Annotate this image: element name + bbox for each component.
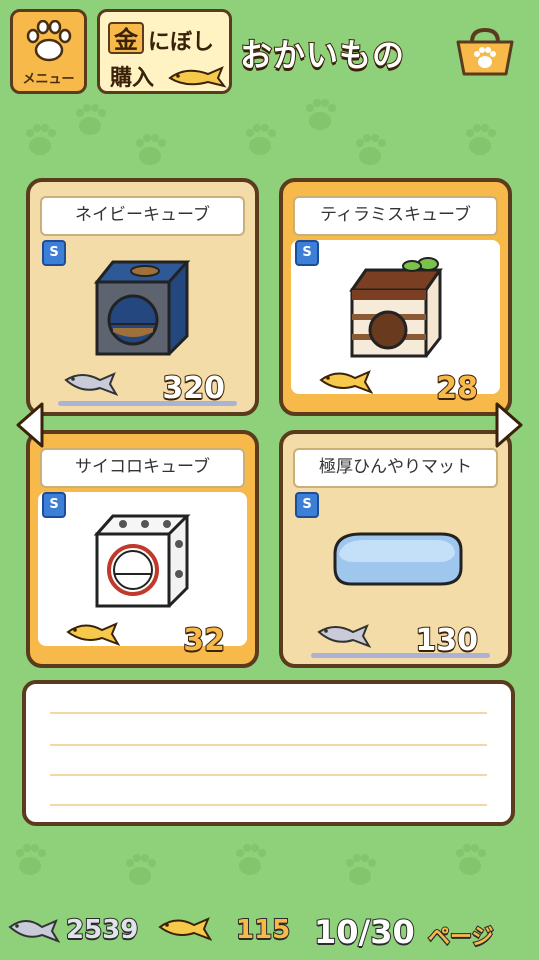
shelf-line	[311, 653, 490, 658]
dice-cube-image	[93, 514, 191, 608]
gold-fish-icon	[168, 66, 227, 88]
item-card-navy-cube[interactable]: ネイビーキューブ S 320	[26, 178, 259, 416]
page-indicator: 10/30	[313, 912, 416, 952]
tiramisu-cube-image	[348, 257, 443, 358]
navy-cube-image	[93, 260, 190, 356]
item-name: ティラミスキューブ	[293, 196, 498, 236]
silver-fish-icon	[64, 372, 118, 396]
item-card-dice-cube[interactable]: サイコロキューブ S 32	[26, 430, 259, 668]
buy-label-line1: にぼし	[148, 30, 215, 55]
page-label: ページ	[427, 924, 495, 951]
item-card-cool-mat[interactable]: 極厚ひんやりマット S 130	[279, 430, 512, 668]
menu-button[interactable]: メニュー	[10, 9, 87, 94]
item-price: 28	[435, 370, 479, 407]
item-card-tiramisu-cube[interactable]: ティラミスキューブ S 28	[279, 178, 512, 416]
footer-bar: 2539 115 10/30 ページ	[0, 905, 539, 960]
item-name: サイコロキューブ	[40, 448, 245, 488]
gold-niboshi-count: 115	[235, 914, 291, 946]
gold-badge: 金	[108, 22, 144, 54]
shelf-line	[58, 401, 237, 406]
gold-fish-icon	[66, 622, 120, 646]
buy-gold-niboshi-button[interactable]: 金 にぼし 購入	[97, 9, 232, 94]
shopping-bag-icon	[456, 27, 514, 76]
paw-icon	[26, 20, 72, 62]
silver-fish-icon	[317, 624, 371, 648]
silver-niboshi-count: 2539	[65, 914, 139, 946]
item-price: 32	[182, 622, 226, 659]
gold-fish-icon	[319, 370, 373, 394]
next-page-arrow-icon[interactable]	[493, 400, 527, 450]
gold-fish-icon	[158, 917, 212, 941]
prev-page-arrow-icon[interactable]	[12, 400, 46, 450]
menu-label: メニュー	[22, 72, 75, 87]
page-title: おかいもの	[239, 35, 406, 75]
cool-mat-image	[333, 532, 462, 586]
item-name: 極厚ひんやりマット	[293, 448, 498, 488]
silver-fish-icon	[8, 919, 60, 943]
item-name: ネイビーキューブ	[40, 196, 245, 236]
buy-label-line2: 購入	[110, 66, 155, 91]
description-box	[22, 680, 515, 826]
